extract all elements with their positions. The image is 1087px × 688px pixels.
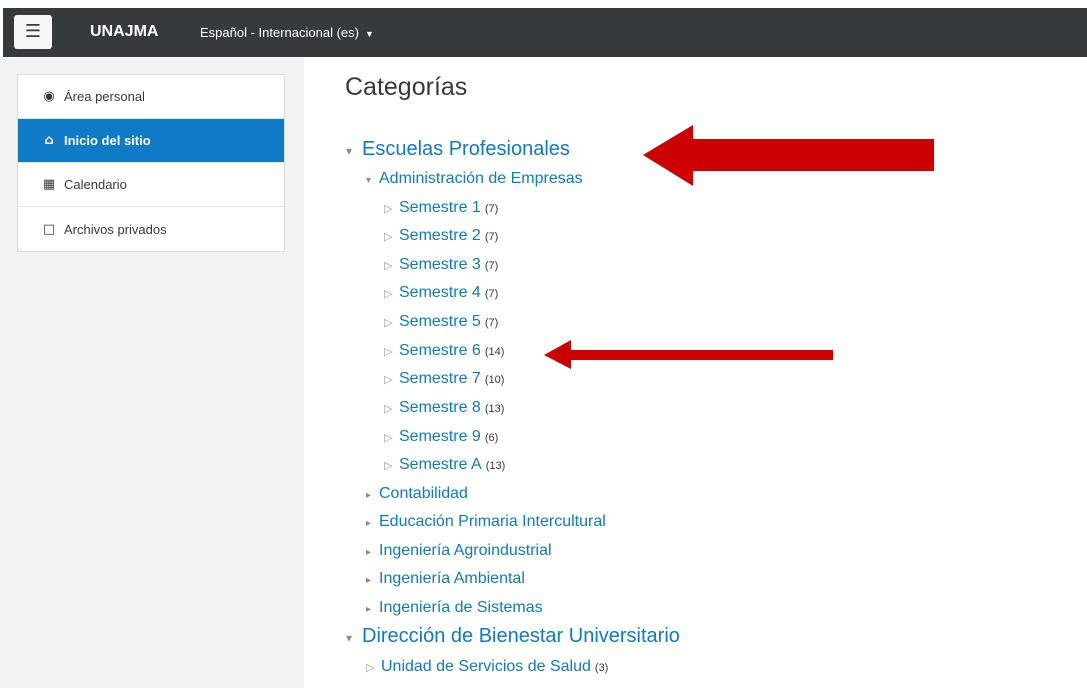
course-count: (14) <box>484 346 505 358</box>
nav-drawer: ◉ Área personal ⌂ Inicio del sitio ▦ Cal… <box>17 74 285 252</box>
file-icon: □ <box>42 221 56 237</box>
category-ingenieria-agroindustrial[interactable]: ▸ Ingeniería Agroindustrial <box>366 542 552 560</box>
category-semestre-a[interactable]: ▷ Semestre A (13) <box>384 456 505 474</box>
collapsed-triangle-icon[interactable]: ▸ <box>366 575 379 586</box>
course-count: (6) <box>484 432 499 444</box>
category-semestre-1[interactable]: ▷ Semestre 1 (7) <box>384 199 498 217</box>
navbar-bar <box>3 8 1087 57</box>
collapsed-triangle-icon[interactable]: ▷ <box>384 373 399 386</box>
collapsed-triangle-icon[interactable]: ▷ <box>384 230 399 243</box>
nav-item-inicio-del-sitio[interactable]: ⌂ Inicio del sitio <box>18 119 284 163</box>
course-count: (3) <box>594 662 609 674</box>
course-count: (13) <box>485 460 506 472</box>
category-unidad-de-servicios-de-salud[interactable]: ▷ Unidad de Servicios de Salud (3) <box>366 658 608 676</box>
category-semestre-6[interactable]: ▷ Semestre 6 (14) <box>384 342 504 360</box>
course-count: (7) <box>484 231 499 243</box>
category-semestre-3[interactable]: ▷ Semestre 3 (7) <box>384 256 498 274</box>
collapsed-triangle-icon[interactable]: ▷ <box>384 431 399 444</box>
collapsed-triangle-icon[interactable]: ▷ <box>384 259 399 272</box>
category-semestre-7[interactable]: ▷ Semestre 7 (10) <box>384 370 504 388</box>
category-contabilidad[interactable]: ▸ Contabilidad <box>366 485 468 503</box>
nav-item-area-personal[interactable]: ◉ Área personal <box>18 75 284 119</box>
category-semestre-5[interactable]: ▷ Semestre 5 (7) <box>384 313 498 331</box>
expanded-triangle-icon[interactable]: ▾ <box>346 631 362 645</box>
category-semestre-9[interactable]: ▷ Semestre 9 (6) <box>384 428 498 446</box>
collapsed-triangle-icon[interactable]: ▷ <box>384 316 399 329</box>
collapsed-triangle-icon[interactable]: ▸ <box>366 518 379 529</box>
collapsed-triangle-icon[interactable]: ▷ <box>384 287 399 300</box>
nav-item-label: Calendario <box>64 177 127 192</box>
calendar-icon: ▦ <box>42 177 56 192</box>
annotation-arrow-left <box>643 125 934 186</box>
page-title: Categorías <box>345 73 468 101</box>
nav-item-label: Inicio del sitio <box>64 133 151 148</box>
course-count: (7) <box>484 260 499 272</box>
category-educacion-primaria-intercultural[interactable]: ▸ Educación Primaria Intercultural <box>366 513 606 531</box>
language-selector[interactable]: Español - Internacional (es) ▼ <box>200 25 374 40</box>
home-icon: ⌂ <box>44 133 54 148</box>
course-count: (7) <box>484 317 499 329</box>
annotation-arrow-left <box>544 340 833 369</box>
collapsed-triangle-icon[interactable]: ▷ <box>384 459 399 472</box>
collapsed-triangle-icon[interactable]: ▷ <box>384 345 399 358</box>
nav-item-label: Área personal <box>64 89 145 104</box>
expanded-triangle-icon[interactable]: ▾ <box>346 144 362 158</box>
category-administracion-de-empresas[interactable]: ▾ Administración de Empresas <box>366 170 583 188</box>
language-label: Español - Internacional (es) <box>200 25 359 40</box>
course-count: (7) <box>484 203 499 215</box>
nav-item-archivos-privados[interactable]: □ Archivos privados <box>18 207 284 251</box>
category-escuelas-profesionales[interactable]: ▾ Escuelas Profesionales <box>346 138 570 161</box>
course-count: (13) <box>484 403 505 415</box>
collapsed-triangle-icon[interactable]: ▷ <box>384 202 399 215</box>
category-semestre-8[interactable]: ▷ Semestre 8 (13) <box>384 399 504 417</box>
collapsed-triangle-icon[interactable]: ▷ <box>366 661 381 674</box>
site-brand[interactable]: UNAJMA <box>90 23 158 41</box>
category-ingenieria-de-sistemas[interactable]: ▸ Ingeniería de Sistemas <box>366 599 543 617</box>
collapsed-triangle-icon[interactable]: ▸ <box>366 604 379 615</box>
course-count: (7) <box>484 288 499 300</box>
category-ingenieria-ambiental[interactable]: ▸ Ingeniería Ambiental <box>366 570 525 588</box>
hamburger-icon[interactable]: ☰ <box>14 15 52 49</box>
left-column: ◉ Área personal ⌂ Inicio del sitio ▦ Cal… <box>0 58 303 688</box>
collapsed-triangle-icon[interactable]: ▷ <box>384 402 399 415</box>
category-direccion-de-bienestar-universitario[interactable]: ▾ Dirección de Bienestar Universitario <box>346 625 680 648</box>
nav-item-label: Archivos privados <box>64 221 167 237</box>
expanded-triangle-icon[interactable]: ▾ <box>366 175 379 186</box>
course-count: (10) <box>484 374 505 386</box>
top-navbar: ☰ UNAJMA Español - Internacional (es) ▼ <box>0 0 1087 58</box>
nav-item-calendario[interactable]: ▦ Calendario <box>18 163 284 207</box>
dashboard-icon: ◉ <box>43 89 55 104</box>
category-semestre-2[interactable]: ▷ Semestre 2 (7) <box>384 227 498 245</box>
category-semestre-4[interactable]: ▷ Semestre 4 (7) <box>384 284 498 302</box>
collapsed-triangle-icon[interactable]: ▸ <box>366 490 379 501</box>
caret-down-icon: ▼ <box>364 29 374 39</box>
collapsed-triangle-icon[interactable]: ▸ <box>366 547 379 558</box>
